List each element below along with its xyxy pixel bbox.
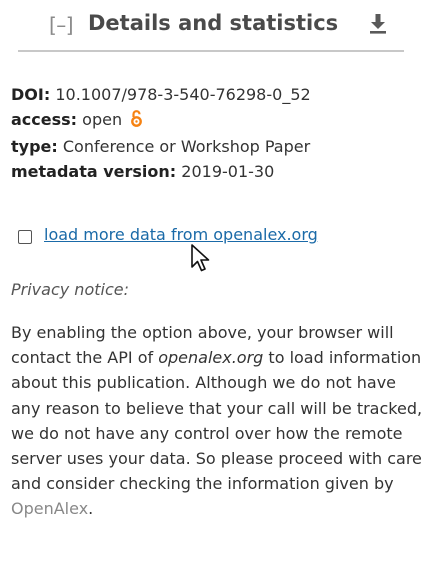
access-label: access: xyxy=(11,110,78,129)
privacy-notice-text: By enabling the option above, your brows… xyxy=(11,320,429,522)
metadata-version-row: metadata version: 2019-01-30 xyxy=(11,159,311,184)
access-row: access: open xyxy=(11,107,311,134)
section-title: Details and statistics xyxy=(88,11,339,35)
load-more-checkbox[interactable] xyxy=(18,230,32,244)
publication-metadata: DOI: 10.1007/978-3-540-76298-0_52 access… xyxy=(11,82,311,184)
details-header: [–] Details and statistics xyxy=(18,0,404,52)
collapse-toggle[interactable]: [–] xyxy=(49,13,74,37)
metadata-version-label: metadata version: xyxy=(11,162,177,181)
doi-row: DOI: 10.1007/978-3-540-76298-0_52 xyxy=(11,82,311,107)
doi-label: DOI: xyxy=(11,85,51,104)
openalex-provider-name: OpenAlex xyxy=(11,499,89,519)
type-value: Conference or Workshop Paper xyxy=(62,137,311,156)
doi-value: 10.1007/978-3-540-76298-0_52 xyxy=(55,85,311,104)
privacy-text-part3: . xyxy=(88,499,94,519)
privacy-text-part2: to load information about this publicati… xyxy=(11,348,423,494)
type-label: type: xyxy=(11,137,58,156)
type-row: type: Conference or Workshop Paper xyxy=(11,134,311,159)
open-access-icon xyxy=(131,109,143,134)
openalex-site-name: openalex.org xyxy=(158,348,264,368)
load-more-link[interactable]: load more data from openalex.org xyxy=(44,225,318,244)
privacy-notice-heading: Privacy notice: xyxy=(11,280,129,299)
download-icon[interactable] xyxy=(369,13,387,35)
details-panel: [–] Details and statistics DOI: 10.1007/… xyxy=(0,0,431,583)
mouse-cursor-icon xyxy=(190,243,212,273)
access-value: open xyxy=(82,110,123,129)
metadata-version-value: 2019-01-30 xyxy=(181,162,275,181)
